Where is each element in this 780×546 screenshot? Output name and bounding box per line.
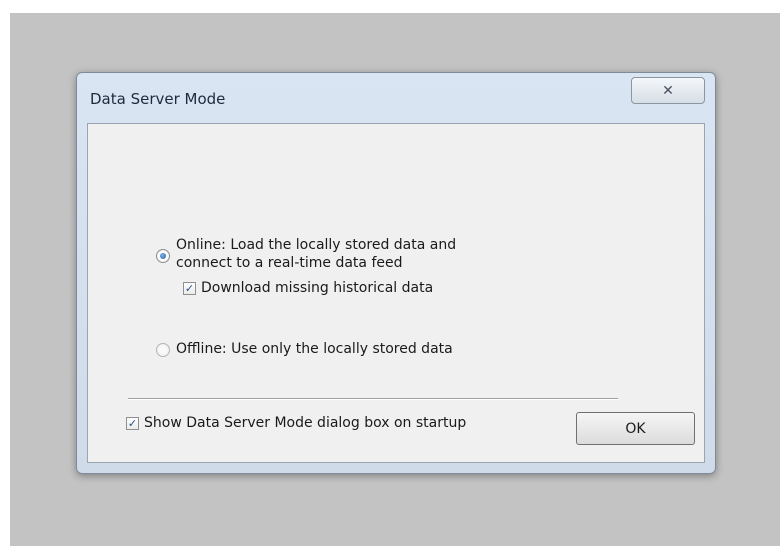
- online-option-label-line2[interactable]: connect to a real-time data feed: [176, 254, 402, 272]
- online-option-label-line1[interactable]: Online: Load the locally stored data and: [176, 236, 456, 254]
- dialog-title: Data Server Mode: [90, 90, 226, 108]
- show-on-startup-checkbox[interactable]: ✓: [126, 417, 139, 430]
- online-radio[interactable]: [156, 249, 170, 263]
- offline-radio[interactable]: [156, 343, 170, 357]
- close-button[interactable]: ✕: [631, 77, 705, 104]
- checkmark-icon: ✓: [184, 282, 195, 295]
- dialog-content: Online: Load the locally stored data and…: [87, 123, 705, 463]
- data-server-mode-dialog: Data Server Mode ✕ Online: Load the loca…: [76, 72, 716, 474]
- download-missing-checkbox[interactable]: ✓: [183, 282, 196, 295]
- offline-option-label[interactable]: Offline: Use only the locally stored dat…: [176, 340, 453, 358]
- download-missing-label[interactable]: Download missing historical data: [201, 279, 433, 297]
- checkmark-icon: ✓: [127, 417, 138, 430]
- ok-button[interactable]: OK: [576, 412, 695, 445]
- separator: [128, 398, 618, 400]
- show-on-startup-label[interactable]: Show Data Server Mode dialog box on star…: [144, 414, 466, 432]
- close-icon: ✕: [662, 82, 674, 99]
